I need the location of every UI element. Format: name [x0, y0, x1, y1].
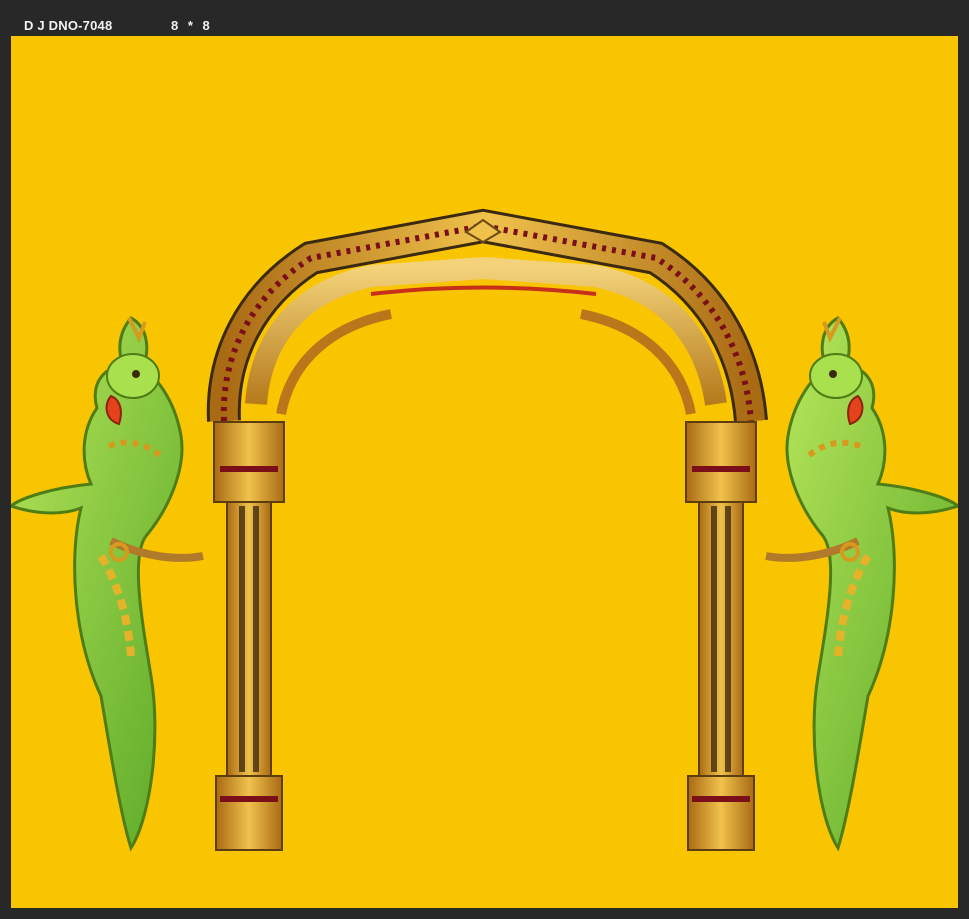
- bottom-chrome: [0, 908, 969, 919]
- document-title-bar: D J DNO-7048 8 * 8: [0, 0, 969, 36]
- document-name: D J DNO-7048: [24, 18, 113, 33]
- document-size: 8 * 8: [171, 18, 210, 33]
- right-pillar: [685, 421, 757, 851]
- left-parrot: [11, 316, 204, 852]
- artwork-illustration: [11, 208, 958, 852]
- left-pillar: [213, 421, 285, 851]
- ornate-arch: [206, 208, 768, 423]
- artwork-canvas[interactable]: [11, 36, 958, 908]
- right-parrot: [765, 316, 958, 852]
